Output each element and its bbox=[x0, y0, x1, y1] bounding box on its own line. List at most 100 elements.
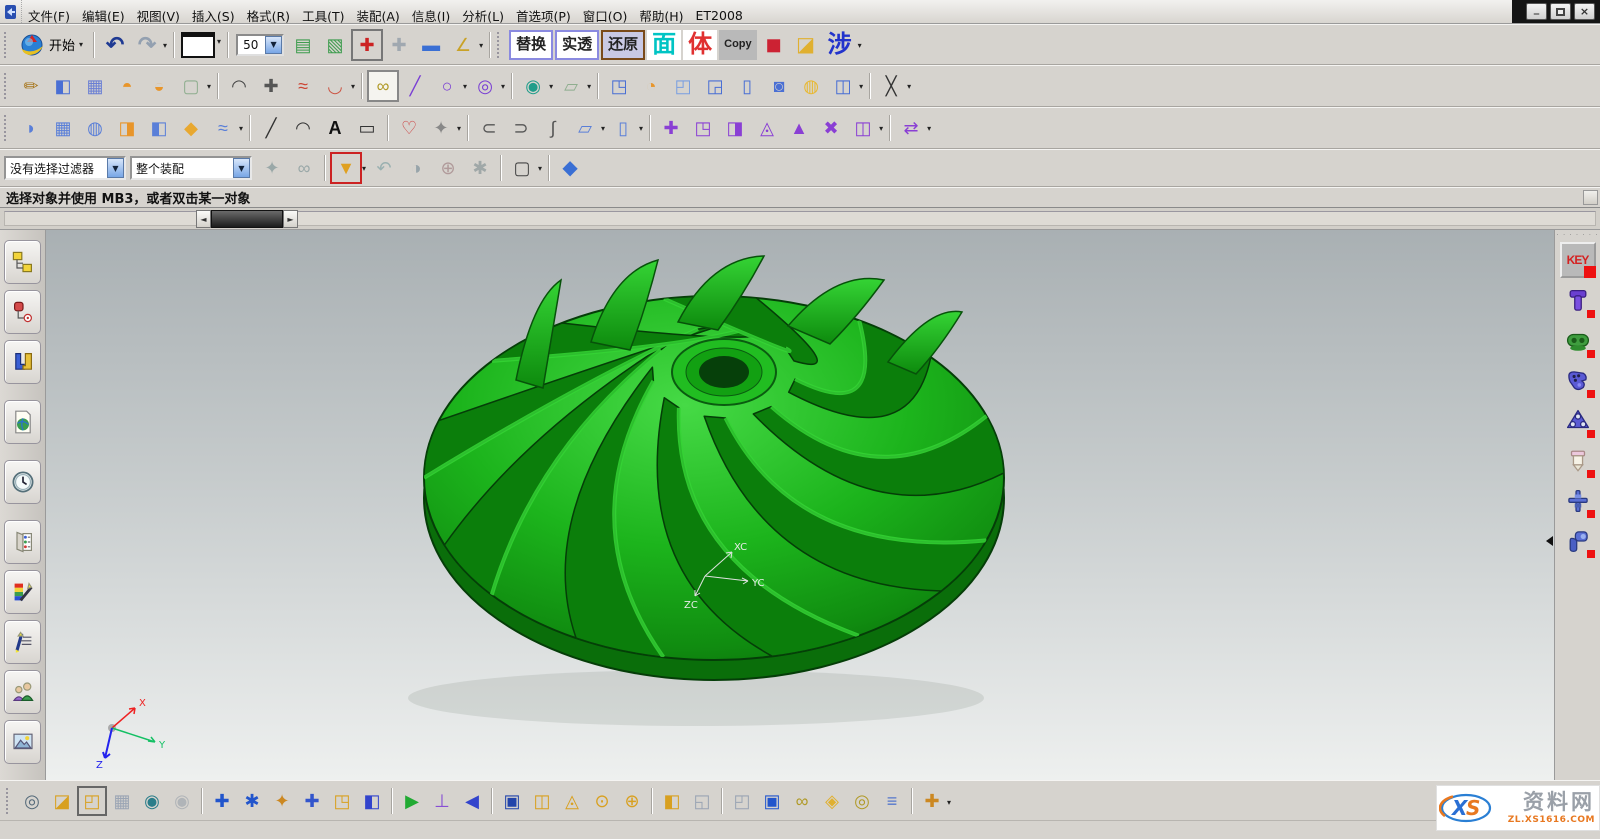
box-open-icon[interactable]: ◰ bbox=[667, 70, 699, 102]
dropdown-caret[interactable]: ▾ bbox=[501, 78, 505, 91]
selection-filter-dropdown[interactable]: 没有选择过滤器 ▼ bbox=[4, 156, 126, 180]
part-navigator-button[interactable] bbox=[4, 340, 41, 384]
restore-button[interactable]: 还原 bbox=[601, 30, 645, 60]
offset-region-icon[interactable]: ◨ bbox=[719, 112, 751, 144]
component-set-icon[interactable]: ▦ bbox=[107, 786, 137, 816]
menu-edit[interactable]: 编辑(E) bbox=[77, 0, 130, 30]
dropdown-arrow-icon[interactable]: ▼ bbox=[233, 158, 250, 178]
line-icon[interactable]: ╱ bbox=[399, 70, 431, 102]
palette-tri-plate-button[interactable] bbox=[1561, 404, 1595, 438]
gallery-button[interactable] bbox=[4, 720, 41, 764]
translucent-button[interactable]: 实透 bbox=[555, 30, 599, 60]
visualization-button[interactable] bbox=[4, 570, 41, 614]
scene-svg[interactable]: XC YC ZC X Y Z bbox=[46, 230, 1554, 780]
menu-window[interactable]: 窗口(O) bbox=[578, 0, 633, 30]
interpart-link-icon[interactable]: ∞ bbox=[787, 786, 817, 816]
dropdown-caret[interactable]: ▾ bbox=[463, 78, 467, 91]
extrude-icon[interactable]: ◳ bbox=[603, 70, 635, 102]
circle-point-icon[interactable]: ○ bbox=[431, 70, 463, 102]
constraint-nav-icon[interactable]: ⊕ bbox=[617, 786, 647, 816]
snapshot-disabled-icon[interactable]: ◉ bbox=[167, 786, 197, 816]
selection-funnel-icon[interactable]: ▼ bbox=[330, 152, 362, 184]
replace-button[interactable]: 替换 bbox=[509, 30, 553, 60]
dropdown-caret[interactable]: ▾ bbox=[79, 36, 83, 49]
text-icon[interactable]: A bbox=[319, 112, 351, 144]
bounded-plane-icon[interactable]: ▢ bbox=[175, 70, 207, 102]
datum-csys-icon[interactable]: ╳ bbox=[875, 70, 907, 102]
offset-sheet-icon[interactable]: ◨ bbox=[111, 112, 143, 144]
dropdown-caret[interactable]: ▾ bbox=[859, 78, 863, 91]
dropdown-caret[interactable]: ▾ bbox=[947, 794, 951, 807]
tube-icon[interactable]: ▯ bbox=[731, 70, 763, 102]
scrollbar-thumb[interactable] bbox=[211, 210, 283, 228]
dropdown-caret[interactable]: ▾ bbox=[879, 120, 883, 133]
menu-format[interactable]: 格式(R) bbox=[242, 0, 295, 30]
selection-scope-dropdown[interactable]: 整个装配 ▼ bbox=[130, 156, 252, 180]
constraint-navigator-button[interactable] bbox=[4, 290, 41, 334]
menu-tools[interactable]: 工具(T) bbox=[297, 0, 349, 30]
toolbar-grip[interactable] bbox=[4, 73, 11, 99]
mirror-assembly-icon[interactable]: ◧ bbox=[357, 786, 387, 816]
line2-icon[interactable]: ╱ bbox=[255, 112, 287, 144]
toolbar-grip[interactable] bbox=[4, 115, 11, 141]
dropdown-caret[interactable]: ▾ bbox=[538, 160, 542, 173]
measure-distance-icon[interactable]: ▬ bbox=[415, 29, 447, 61]
split-body-icon[interactable]: ◧ bbox=[47, 70, 79, 102]
red-cube-icon[interactable]: ◼ bbox=[758, 29, 790, 61]
sew-sheet-icon[interactable]: ◧ bbox=[143, 112, 175, 144]
shell-icon[interactable]: ◲ bbox=[699, 70, 731, 102]
new-parent-icon[interactable]: ✦ bbox=[267, 786, 297, 816]
palette-cylinder-head-button[interactable] bbox=[1561, 524, 1595, 558]
wcs-orient-icon[interactable]: ✚ bbox=[383, 29, 415, 61]
palette-punch-button[interactable] bbox=[1561, 284, 1595, 318]
hole-icon[interactable]: ◙ bbox=[763, 70, 795, 102]
dropdown-caret[interactable]: ▾ bbox=[457, 120, 461, 133]
start-button[interactable]: 开始 ▾ bbox=[15, 28, 89, 62]
menu-help[interactable]: 帮助(H) bbox=[634, 0, 688, 30]
through-curve-mesh-icon[interactable]: ▦ bbox=[47, 112, 79, 144]
boolean-icon[interactable]: ◉ bbox=[517, 70, 549, 102]
datum-plane-icon[interactable]: ▱ bbox=[555, 70, 587, 102]
menu-file[interactable]: 文件(F) bbox=[23, 0, 75, 30]
palette-bracket-button[interactable] bbox=[1561, 364, 1595, 398]
toolbar-grip[interactable] bbox=[4, 32, 11, 58]
toolbar-grip[interactable] bbox=[6, 788, 13, 814]
snap-point-icon[interactable]: ✦ bbox=[256, 152, 288, 184]
bridge-curve-icon[interactable]: ◠ bbox=[223, 70, 255, 102]
pattern-component-icon[interactable]: ✚ bbox=[297, 786, 327, 816]
undo-selection-icon[interactable]: ↶ bbox=[368, 152, 400, 184]
curve-arrow-icon[interactable]: ◡ bbox=[319, 70, 351, 102]
relink-icon[interactable]: ◎ bbox=[847, 786, 877, 816]
layer-settings-icon[interactable]: ▤ bbox=[287, 29, 319, 61]
frame-cube-icon[interactable]: ◫ bbox=[827, 70, 859, 102]
undo-icon[interactable]: ↶ bbox=[99, 29, 131, 61]
exploded-views-icon[interactable]: ✚ bbox=[917, 786, 947, 816]
dropdown-arrow-icon[interactable]: ▼ bbox=[107, 158, 124, 178]
snapshot-icon[interactable]: ◉ bbox=[137, 786, 167, 816]
flatten-sheet-icon[interactable]: ▱ bbox=[569, 112, 601, 144]
replace-face-icon[interactable]: ◬ bbox=[751, 112, 783, 144]
quick-pick-icon[interactable]: ✱ bbox=[464, 152, 496, 184]
intersection-curve-icon[interactable]: ✚ bbox=[255, 70, 287, 102]
body-button[interactable]: 体 bbox=[683, 30, 717, 60]
web-browser-button[interactable] bbox=[4, 400, 41, 444]
toolbar-grip[interactable] bbox=[497, 32, 504, 58]
resize-blend-icon[interactable]: ▲ bbox=[783, 112, 815, 144]
dropdown-caret[interactable]: ▾ bbox=[858, 37, 862, 50]
copy-button[interactable]: Copy bbox=[719, 30, 757, 60]
arc2-icon[interactable]: ◠ bbox=[287, 112, 319, 144]
minimize-button[interactable]: _ bbox=[1526, 3, 1547, 20]
menu-et2008[interactable]: ET2008 bbox=[691, 0, 748, 30]
replace-component-icon[interactable]: ◀ bbox=[457, 786, 487, 816]
dropdown-caret[interactable]: ▾ bbox=[639, 120, 643, 133]
move-component-icon[interactable]: ◫ bbox=[527, 786, 557, 816]
shaded-view-cube-icon[interactable]: ◆ bbox=[554, 152, 586, 184]
promote-body-icon[interactable]: ◳ bbox=[327, 786, 357, 816]
palette-grip[interactable]: · · · · · · · bbox=[1557, 231, 1599, 239]
scroll-left-icon[interactable]: ◄ bbox=[196, 210, 211, 228]
unroll-icon[interactable]: ▯ bbox=[607, 112, 639, 144]
find-component-icon[interactable]: ◎ bbox=[17, 786, 47, 816]
palette-collapse-arrow[interactable] bbox=[1546, 536, 1553, 546]
rectangle-select-icon[interactable]: ▢ bbox=[506, 152, 538, 184]
join-curve-icon[interactable]: ∞ bbox=[367, 70, 399, 102]
